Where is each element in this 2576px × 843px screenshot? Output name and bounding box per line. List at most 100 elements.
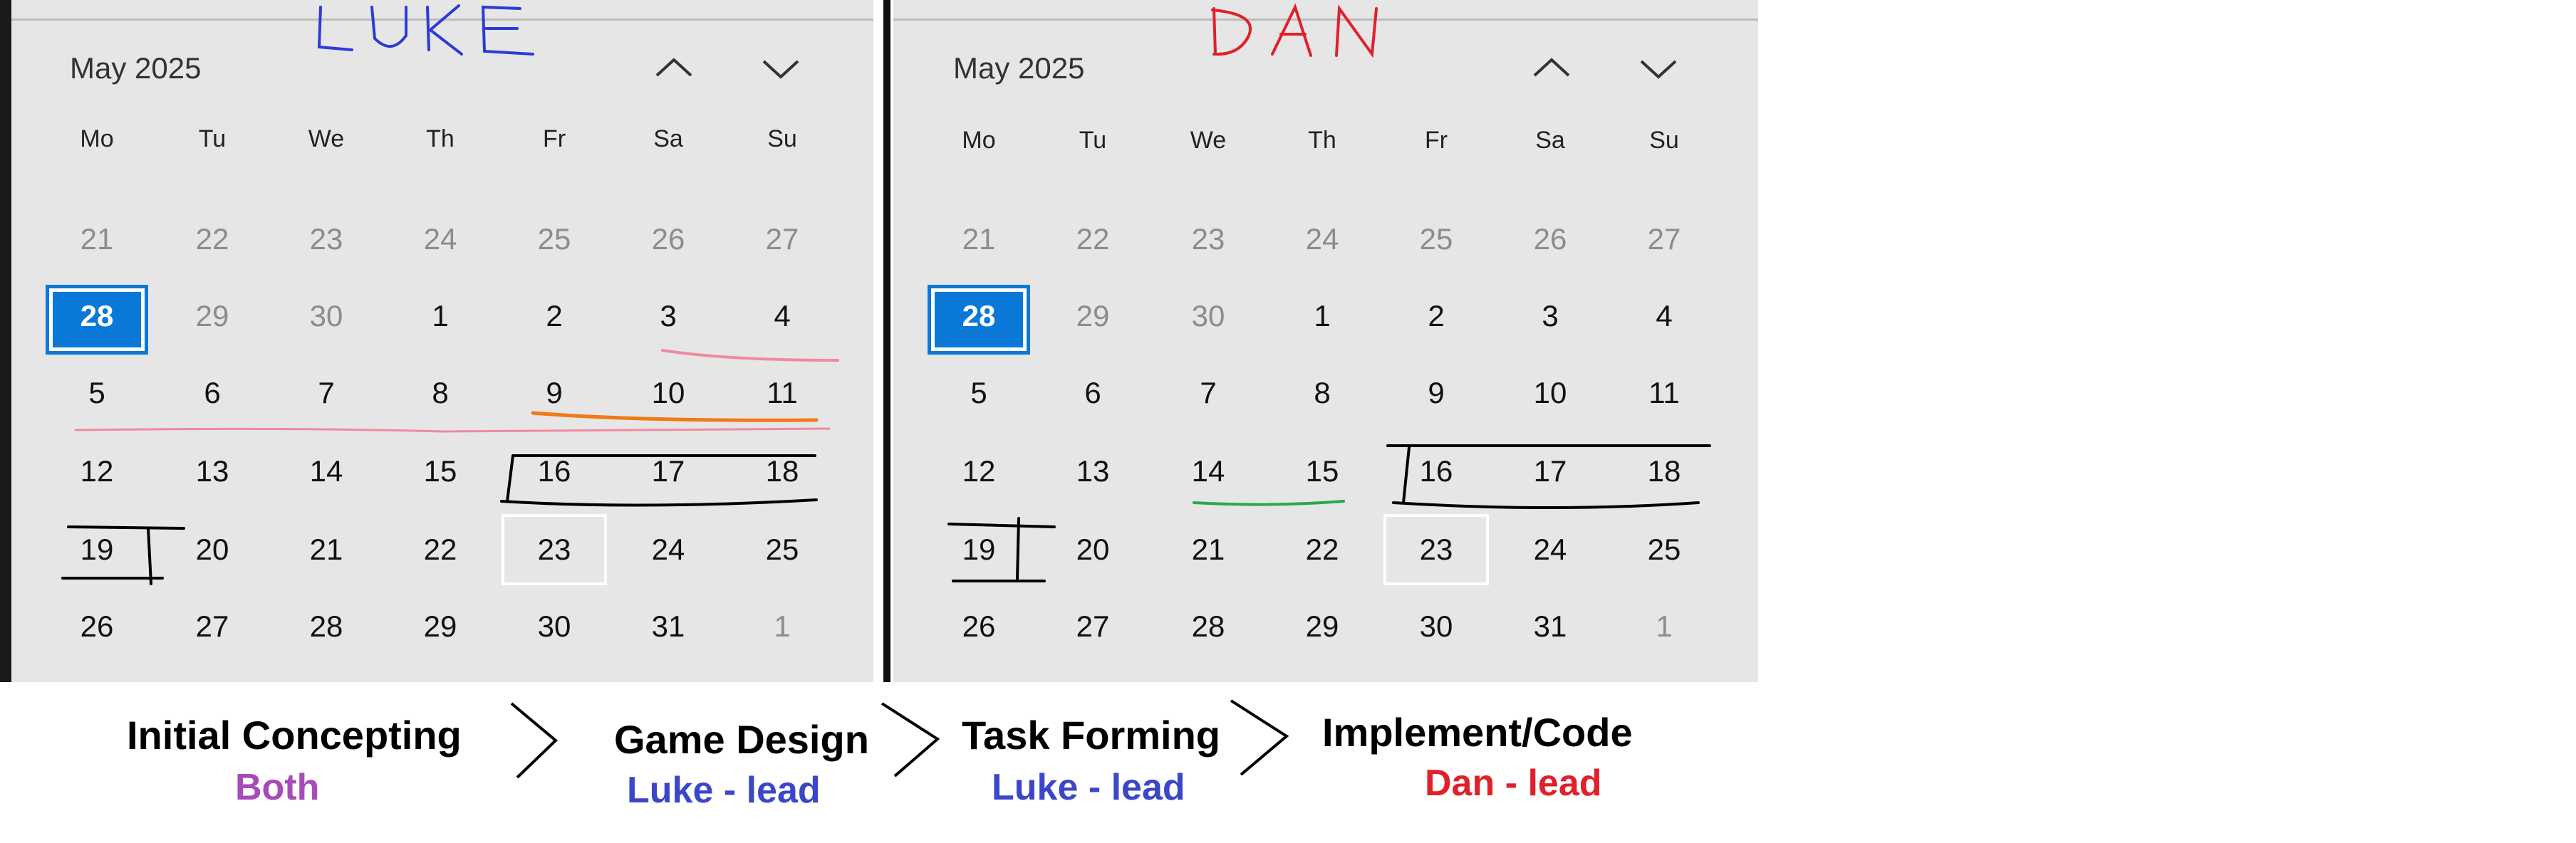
day-cell[interactable]: 1 (1614, 598, 1714, 655)
day-cell[interactable]: 22 (390, 521, 490, 578)
chevron-down-icon (762, 60, 799, 79)
previous-month-button[interactable] (653, 51, 695, 85)
chevron-up-icon (1533, 58, 1570, 77)
day-cell-today[interactable]: 28 (47, 288, 147, 345)
day-cell[interactable]: 2 (504, 288, 604, 345)
day-cell[interactable]: 25 (732, 521, 832, 578)
day-cell[interactable]: 16 (1386, 443, 1486, 500)
day-cell-today[interactable]: 28 (929, 288, 1029, 345)
day-cell[interactable]: 11 (732, 365, 832, 422)
day-cell[interactable]: 26 (929, 598, 1029, 655)
day-cell[interactable]: 26 (47, 598, 147, 655)
day-cell[interactable]: 24 (1500, 521, 1600, 578)
day-cell[interactable]: 30 (504, 598, 604, 655)
day-cell[interactable]: 20 (162, 521, 262, 578)
day-cell[interactable]: 4 (1614, 288, 1714, 345)
day-cell[interactable]: 21 (1158, 521, 1258, 578)
day-cell[interactable]: 7 (1158, 365, 1258, 422)
day-cell[interactable]: 3 (1500, 288, 1600, 345)
day-cell[interactable]: 29 (1272, 598, 1372, 655)
day-cell[interactable]: 30 (1386, 598, 1486, 655)
day-cell[interactable]: 24 (1272, 211, 1372, 268)
day-cell[interactable]: 15 (390, 443, 490, 500)
day-cell[interactable]: 22 (162, 211, 262, 268)
weekday-label: Sa (653, 125, 683, 152)
day-cell[interactable]: 8 (390, 365, 490, 422)
day-cell-selected[interactable]: 23 (1386, 521, 1486, 578)
day-cell[interactable]: 21 (929, 211, 1029, 268)
handwritten-name-luke (317, 4, 534, 56)
day-cell[interactable]: 1 (1272, 288, 1372, 345)
day-cell[interactable]: 6 (162, 365, 262, 422)
day-cell[interactable]: 19 (929, 521, 1029, 578)
day-cell[interactable]: 15 (1272, 443, 1372, 500)
weekday-label: Fr (1424, 127, 1448, 154)
day-cell[interactable]: 30 (1158, 288, 1258, 345)
day-cell[interactable]: 25 (504, 211, 604, 268)
day-cell[interactable]: 21 (47, 211, 147, 268)
day-cell[interactable]: 27 (162, 598, 262, 655)
day-cell[interactable]: 2 (1386, 288, 1486, 345)
next-month-button[interactable] (759, 51, 802, 85)
day-cell[interactable]: 28 (276, 598, 376, 655)
day-cell[interactable]: 22 (1272, 521, 1372, 578)
day-cell[interactable]: 29 (1043, 288, 1143, 345)
day-cell[interactable]: 28 (1158, 598, 1258, 655)
day-cell[interactable]: 27 (732, 211, 832, 268)
day-cell[interactable]: 10 (618, 365, 718, 422)
day-cell[interactable]: 23 (276, 211, 376, 268)
day-cell[interactable]: 17 (618, 443, 718, 500)
day-cell[interactable]: 1 (732, 598, 832, 655)
day-cell[interactable]: 17 (1500, 443, 1600, 500)
day-cell[interactable]: 8 (1272, 365, 1372, 422)
day-cell[interactable]: 6 (1043, 365, 1143, 422)
day-cell[interactable]: 24 (618, 521, 718, 578)
day-cell[interactable]: 25 (1614, 521, 1714, 578)
day-cell[interactable]: 1 (390, 288, 490, 345)
day-cell[interactable]: 12 (929, 443, 1029, 500)
day-cell[interactable]: 5 (929, 365, 1029, 422)
day-cell[interactable]: 10 (1500, 365, 1600, 422)
phase-lead-concepting: Both (235, 767, 320, 808)
calendar-luke: May 2025 Mo Tu We Th Fr Sa Su 21 22 23 24 25 26 27 28… (11, 0, 873, 682)
day-cell[interactable]: 22 (1043, 211, 1143, 268)
next-month-button[interactable] (1637, 51, 1680, 85)
day-cell[interactable]: 24 (390, 211, 490, 268)
day-cell[interactable]: 4 (732, 288, 832, 345)
day-cell[interactable]: 27 (1043, 598, 1143, 655)
day-cell[interactable]: 5 (47, 365, 147, 422)
month-label[interactable]: May 2025 (953, 51, 1084, 85)
day-cell[interactable]: 11 (1614, 365, 1714, 422)
day-cell[interactable]: 12 (47, 443, 147, 500)
phase-title-tasks: Task Forming (962, 713, 1221, 758)
day-cell[interactable]: 20 (1043, 521, 1143, 578)
day-cell[interactable]: 29 (162, 288, 262, 345)
day-cell[interactable]: 16 (504, 443, 604, 500)
day-cell[interactable]: 13 (162, 443, 262, 500)
day-cell[interactable]: 3 (618, 288, 718, 345)
day-cell[interactable]: 14 (1158, 443, 1258, 500)
day-cell[interactable]: 23 (1158, 211, 1258, 268)
day-cell[interactable]: 13 (1043, 443, 1143, 500)
day-cell[interactable]: 9 (504, 365, 604, 422)
day-cell[interactable]: 19 (47, 521, 147, 578)
day-cell[interactable]: 31 (1500, 598, 1600, 655)
day-cell[interactable]: 26 (618, 211, 718, 268)
day-cell[interactable]: 25 (1386, 211, 1486, 268)
day-cell[interactable]: 18 (1614, 443, 1714, 500)
day-cell[interactable]: 26 (1500, 211, 1600, 268)
day-cell[interactable]: 31 (618, 598, 718, 655)
day-cell[interactable]: 9 (1386, 365, 1486, 422)
day-cell[interactable]: 14 (276, 443, 376, 500)
month-label[interactable]: May 2025 (70, 51, 201, 85)
day-cell-selected[interactable]: 23 (504, 521, 604, 578)
handwritten-name-dan (1211, 3, 1378, 58)
day-cell[interactable]: 7 (276, 365, 376, 422)
day-cell[interactable]: 18 (732, 443, 832, 500)
day-cell[interactable]: 21 (276, 521, 376, 578)
weekday-label: We (1190, 127, 1227, 154)
day-cell[interactable]: 30 (276, 288, 376, 345)
day-cell[interactable]: 27 (1614, 211, 1714, 268)
previous-month-button[interactable] (1530, 51, 1573, 85)
day-cell[interactable]: 29 (390, 598, 490, 655)
